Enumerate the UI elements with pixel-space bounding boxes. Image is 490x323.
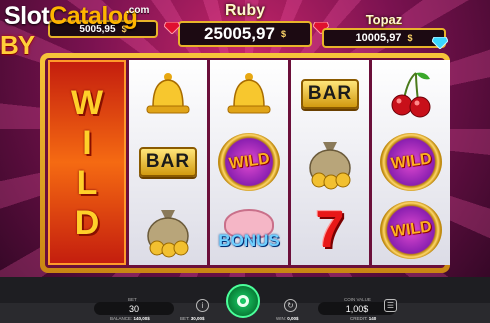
watermark-text-b: Catalog xyxy=(49,2,138,30)
bell-icon xyxy=(227,73,271,114)
money-bag-symbol xyxy=(291,128,369,196)
credit-status: CREDIT: 140 xyxy=(350,316,376,321)
reel-5: WILD WILD xyxy=(372,60,450,265)
spin-button[interactable] xyxy=(226,284,260,318)
watermark: SlotCatalog .com xyxy=(4,2,149,30)
bonus-label: BONUS xyxy=(218,231,280,250)
wild-symbol: WILD xyxy=(372,196,450,264)
reel-1: W I L D xyxy=(48,60,126,265)
wild-symbol: WILD xyxy=(372,128,450,196)
settings-icon[interactable]: ☰ xyxy=(384,299,397,312)
bonus-symbol: BONUS xyxy=(210,196,288,264)
bell-symbol xyxy=(129,60,207,128)
bet-status: BET: 30,00$ xyxy=(180,316,205,321)
reel-frame: W I L D BAR WILD BONUS BAR 7 WILD WILD xyxy=(40,53,450,273)
wild-letter: W xyxy=(70,83,104,122)
bell-icon xyxy=(146,73,190,114)
reel-2: BAR xyxy=(129,60,207,265)
ruby-gem-icon xyxy=(164,22,180,34)
jackpot-ruby-name: Ruby xyxy=(225,2,265,19)
jackpot-topaz-currency: $ xyxy=(407,33,413,43)
autoplay-icon[interactable]: ↻ xyxy=(284,299,297,312)
stacked-wild-symbol: W I L D xyxy=(50,62,124,263)
win-status: WIN: 0,00$ xyxy=(276,316,299,321)
spin-icon xyxy=(237,295,249,307)
jackpot-topaz-value: 10005,97 xyxy=(355,32,402,44)
cherries-icon xyxy=(391,72,431,118)
wild-label: WILD xyxy=(389,150,433,173)
wild-letter: L xyxy=(76,163,98,202)
seven-label: 7 xyxy=(315,201,345,259)
wild-label: WILD xyxy=(227,150,271,173)
money-bag-symbol xyxy=(129,196,207,264)
seven-symbol: 7 xyxy=(291,196,369,264)
jackpot-ruby: Ruby 25005,97 $ xyxy=(178,2,312,47)
money-bag-icon xyxy=(309,142,351,190)
bar-symbol: BAR xyxy=(291,60,369,128)
reel-3: WILD BONUS xyxy=(210,60,288,265)
bar-label: BAR xyxy=(300,79,360,109)
wild-label: WILD xyxy=(389,218,433,241)
jackpot-topaz: Topaz 10005,97 $ xyxy=(322,12,446,48)
reel-4: BAR 7 xyxy=(291,60,369,265)
watermark-suffix: .com xyxy=(126,5,150,16)
win-value: 0,00$ xyxy=(287,316,299,321)
win-label: WIN: xyxy=(276,316,286,321)
wild-letter: D xyxy=(74,203,100,242)
bar-label: BAR xyxy=(138,147,198,177)
jackpot-ruby-value: 25005,97 xyxy=(204,24,275,43)
bar-symbol: BAR xyxy=(129,128,207,196)
balance-status: BALANCE: 140,00$ xyxy=(110,316,150,321)
reels-area: W I L D BAR WILD BONUS BAR 7 WILD WILD xyxy=(45,58,450,268)
watermark-text-a: Slot xyxy=(4,2,50,30)
bell-symbol xyxy=(210,60,288,128)
cherries-symbol xyxy=(372,60,450,128)
info-icon[interactable]: i xyxy=(196,299,209,312)
jackpot-topaz-name: Topaz xyxy=(365,12,403,27)
balance-value: 140,00$ xyxy=(133,316,150,321)
balance-label: BALANCE: xyxy=(110,316,133,321)
jackpot-ruby-currency: $ xyxy=(280,29,286,39)
game-logo: BY xyxy=(0,30,35,60)
money-bag-icon xyxy=(147,210,189,258)
topaz-gem-icon xyxy=(432,37,448,49)
bet-status-label: BET: xyxy=(180,316,190,321)
credit-value: 140 xyxy=(368,316,377,321)
wild-symbol: WILD xyxy=(210,128,288,196)
wild-letter: I xyxy=(82,123,92,162)
credit-label: CREDIT: xyxy=(350,316,368,321)
bet-selector[interactable]: 30 xyxy=(94,302,174,315)
bet-status-value: 30,00$ xyxy=(190,316,205,321)
